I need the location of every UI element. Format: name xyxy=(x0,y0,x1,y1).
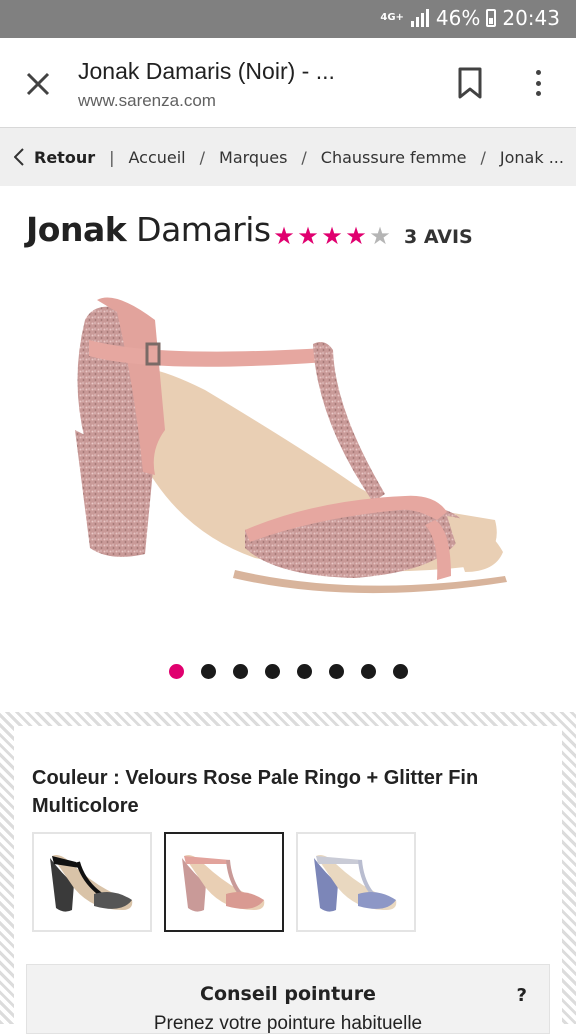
battery-icon xyxy=(486,9,497,27)
chevron-left-icon xyxy=(14,148,24,166)
network-indicator: 4G+ xyxy=(380,12,404,23)
product-image[interactable] xyxy=(55,280,525,620)
breadcrumb-item-jonak[interactable]: Jonak ... xyxy=(500,148,564,167)
blue-shoe-thumbnail xyxy=(314,855,397,912)
breadcrumb-item-chaussure-femme[interactable]: Chaussure femme xyxy=(321,148,467,167)
breadcrumb-separator: / xyxy=(301,147,307,167)
carousel-dot[interactable] xyxy=(201,664,216,679)
carousel-dot[interactable] xyxy=(361,664,376,679)
signal-icon xyxy=(410,9,429,27)
color-label: Couleur : Velours Rose Pale Ringo + Glit… xyxy=(32,767,479,817)
product-model: Damaris xyxy=(136,210,271,249)
close-icon[interactable] xyxy=(22,68,54,100)
page-title: Jonak Damaris (Noir) - ... xyxy=(78,58,335,84)
size-advice-title: Conseil pointure xyxy=(200,983,376,1005)
swatch-blue[interactable] xyxy=(296,832,416,932)
size-help-icon[interactable]: ? xyxy=(517,985,527,1006)
breadcrumb: Retour | Accueil / Marques / Chaussure f… xyxy=(0,128,576,186)
rating-stars: ★ ★ ★ ★ ★ xyxy=(272,225,392,249)
star-empty-icon: ★ xyxy=(369,223,391,250)
carousel-dot[interactable] xyxy=(329,664,344,679)
star-filled-icon: ★ xyxy=(273,223,295,250)
carousel-dot[interactable] xyxy=(169,664,184,679)
breadcrumb-separator: | xyxy=(109,147,115,167)
reviews-link[interactable]: 3 AVIS xyxy=(404,226,473,248)
black-shoe-thumbnail xyxy=(50,855,133,912)
breadcrumb-separator: / xyxy=(480,147,486,167)
back-label: Retour xyxy=(34,147,96,167)
size-advice-text: Prenez votre pointure habituelle xyxy=(153,1013,423,1034)
page-url[interactable]: www.sarenza.com xyxy=(78,91,216,111)
carousel-dot[interactable] xyxy=(233,664,248,679)
product-heading: Jonak Damaris xyxy=(26,210,271,249)
star-filled-icon: ★ xyxy=(321,223,343,250)
back-link[interactable]: Retour xyxy=(14,148,95,167)
breadcrumb-item-accueil[interactable]: Accueil xyxy=(128,148,185,167)
swatch-pink[interactable] xyxy=(164,832,284,932)
carousel-dot[interactable] xyxy=(297,664,312,679)
pink-shoe-thumbnail xyxy=(182,855,265,912)
bookmark-icon[interactable] xyxy=(455,66,485,100)
breadcrumb-separator: / xyxy=(199,147,206,167)
browser-toolbar: Jonak Damaris (Noir) - ... www.sarenza.c… xyxy=(0,38,576,128)
star-filled-icon: ★ xyxy=(345,223,367,250)
swatch-black-glitter[interactable] xyxy=(32,832,152,932)
carousel-dot[interactable] xyxy=(393,664,408,679)
carousel-dot[interactable] xyxy=(265,664,280,679)
star-filled-icon: ★ xyxy=(297,223,319,250)
clock: 20:43 xyxy=(502,6,560,30)
product-brand[interactable]: Jonak xyxy=(26,210,127,249)
color-swatches xyxy=(32,832,416,932)
carousel-dots xyxy=(169,664,408,679)
more-vert-icon[interactable] xyxy=(528,66,548,100)
battery-percent: 46% xyxy=(435,6,481,30)
status-bar: 4G+ 46% 20:43 xyxy=(0,0,576,38)
product-info-panel: Couleur : Velours Rose Pale Ringo + Glit… xyxy=(14,726,562,1034)
breadcrumb-item-marques[interactable]: Marques xyxy=(219,148,287,167)
product-rating[interactable]: ★ ★ ★ ★ ★ 3 AVIS xyxy=(272,225,473,249)
